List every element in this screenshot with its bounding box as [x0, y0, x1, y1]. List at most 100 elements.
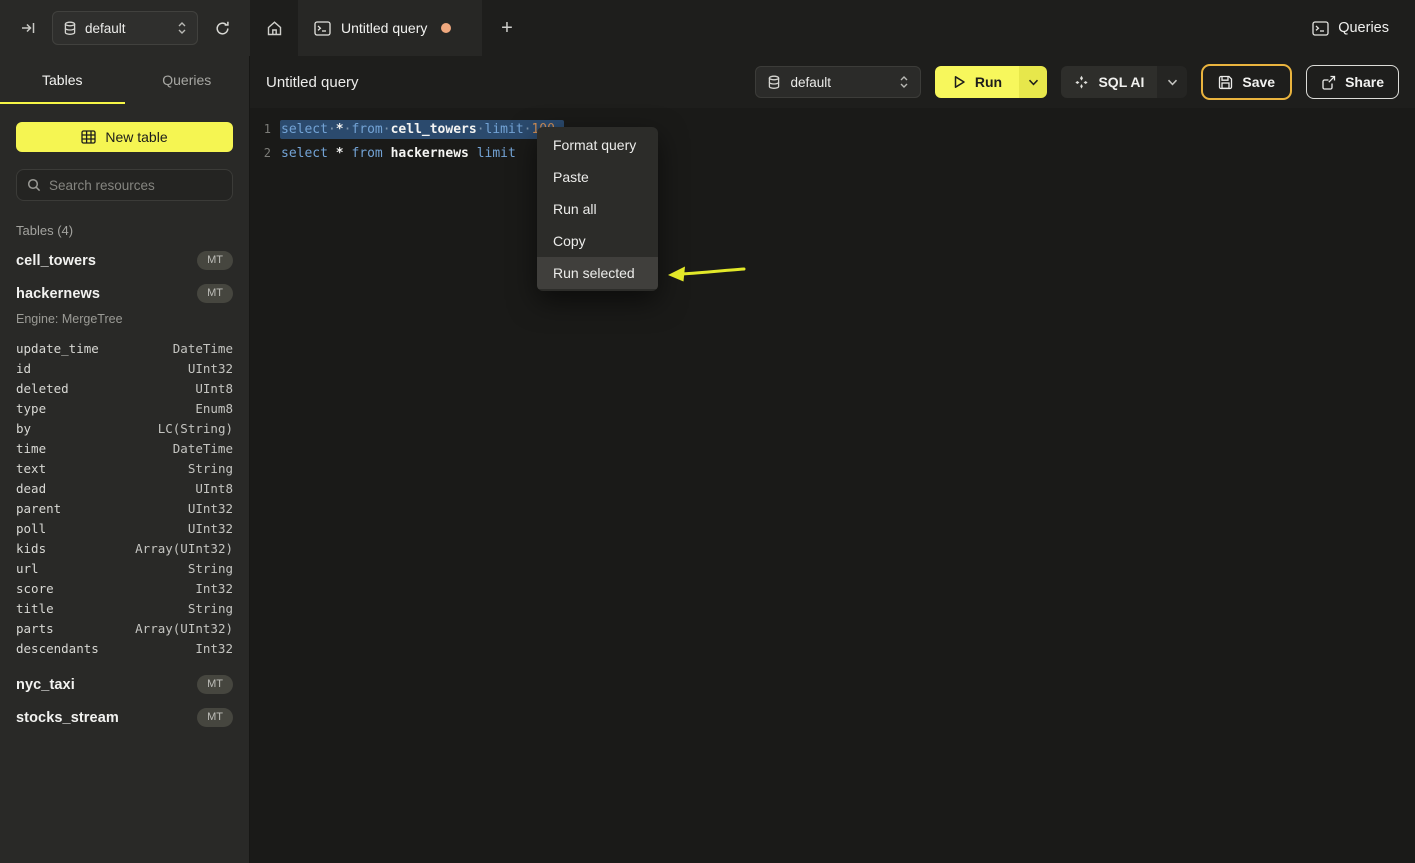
- column-name: deleted: [16, 381, 69, 396]
- engine-badge: MT: [197, 251, 233, 270]
- column-row-score: scoreInt32: [16, 578, 233, 598]
- collapse-sidebar-button[interactable]: [14, 14, 42, 42]
- database-icon: [63, 21, 77, 36]
- menu-item-format-query[interactable]: Format query: [537, 129, 658, 161]
- tables-section-label: Tables (4): [16, 223, 233, 238]
- column-row-kids: kids Array(UInt32): [16, 538, 233, 558]
- column-name: id: [16, 361, 31, 376]
- column-name: dead: [16, 481, 46, 496]
- save-icon: [1218, 75, 1233, 90]
- database-icon: [767, 75, 781, 90]
- engine-badge: MT: [197, 708, 233, 727]
- new-table-button[interactable]: New table: [16, 122, 233, 152]
- table-name: nyc_taxi: [16, 677, 75, 693]
- column-name: kids: [16, 541, 46, 556]
- code-content: select * from hackernews limit: [280, 144, 525, 163]
- code-line-2[interactable]: 2select * from hackernews limit: [250, 141, 1415, 165]
- new-tab-button[interactable]: +: [482, 0, 532, 56]
- table-row-hackernews[interactable]: hackernews MT: [0, 277, 249, 310]
- column-type: String: [188, 461, 233, 476]
- column-row-time: timeDateTime: [16, 438, 233, 458]
- sidebar-tab-queries[interactable]: Queries: [125, 56, 250, 104]
- column-type: UInt8: [195, 381, 233, 396]
- column-name: url: [16, 561, 39, 576]
- code-content: select·*·from·cell_towers·limit·100·: [280, 120, 564, 139]
- column-type: Enum8: [195, 401, 233, 416]
- line-number: 2: [250, 146, 280, 160]
- column-row-descendants: descendantsInt32: [16, 638, 233, 658]
- tab-strip: Untitled query +: [250, 0, 532, 56]
- top-bar: default: [0, 0, 1415, 56]
- column-name: parent: [16, 501, 61, 516]
- play-icon: [953, 75, 966, 89]
- query-toolbar: default Run: [755, 64, 1399, 100]
- share-button[interactable]: Share: [1306, 65, 1399, 99]
- column-name: title: [16, 601, 54, 616]
- run-options-caret[interactable]: [1019, 66, 1047, 98]
- home-tab[interactable]: [250, 0, 298, 56]
- database-select-value: default: [790, 75, 890, 90]
- column-type: Array(UInt32): [135, 621, 233, 636]
- menu-item-paste[interactable]: Paste: [537, 161, 658, 193]
- column-type: Array(UInt32): [135, 541, 233, 556]
- sidebar: Tables Queries New table Tables (4) cell…: [0, 56, 250, 863]
- column-row-parts: parts Array(UInt32): [16, 618, 233, 638]
- column-row-title: titleString: [16, 598, 233, 618]
- app-root: { "colors": { "accent_yellow": "#f5f552"…: [0, 0, 1415, 863]
- sql-editor[interactable]: 1select·*·from·cell_towers·limit·100·2se…: [250, 108, 1415, 863]
- queries-button[interactable]: Queries: [1312, 0, 1415, 56]
- table-row-nyc-taxi[interactable]: nyc_taxi MT: [0, 668, 249, 701]
- sql-ai-button[interactable]: SQL AI: [1061, 66, 1157, 98]
- menu-item-copy[interactable]: Copy: [537, 225, 658, 257]
- sidebar-tabs: Tables Queries: [0, 56, 249, 104]
- refresh-button[interactable]: [208, 14, 236, 42]
- home-icon: [266, 20, 283, 37]
- column-name: parts: [16, 621, 54, 636]
- column-name: type: [16, 401, 46, 416]
- collapse-sidebar-icon: [20, 20, 36, 36]
- sql-ai-caret[interactable]: [1157, 66, 1187, 98]
- sql-ai-button-label: SQL AI: [1098, 74, 1144, 90]
- save-button[interactable]: Save: [1201, 64, 1292, 100]
- sql-ai-split-button: SQL AI: [1061, 66, 1187, 98]
- columns-list: update_time DateTime id UInt32 deleted UInt8 t…: [0, 332, 249, 668]
- search-input[interactable]: [49, 178, 222, 193]
- terminal-icon: [1312, 21, 1329, 36]
- tab-label: Untitled query: [341, 20, 427, 36]
- sidebar-database-select[interactable]: default: [52, 11, 198, 45]
- column-row-update_time: update_time DateTime: [16, 338, 233, 358]
- column-type: UInt32: [188, 521, 233, 536]
- select-updown-icon: [899, 75, 909, 89]
- search-box: [16, 169, 233, 201]
- new-table-label: New table: [105, 129, 167, 145]
- column-type: DateTime: [173, 441, 233, 456]
- table-row-cell-towers[interactable]: cell_towers MT: [0, 244, 249, 277]
- column-type: UInt8: [195, 481, 233, 496]
- run-split-button: Run: [935, 66, 1047, 98]
- run-button[interactable]: Run: [935, 66, 1019, 98]
- column-name: text: [16, 461, 46, 476]
- column-type: DateTime: [173, 341, 233, 356]
- tab-untitled-query[interactable]: Untitled query: [298, 0, 482, 56]
- sidebar-database-select-value: default: [85, 21, 169, 36]
- engine-info: Engine: MergeTree: [0, 310, 249, 332]
- sidebar-tab-tables[interactable]: Tables: [0, 56, 125, 104]
- column-row-dead: dead UInt8: [16, 478, 233, 498]
- share-button-label: Share: [1345, 74, 1384, 90]
- code-line-1[interactable]: 1select·*·from·cell_towers·limit·100·: [250, 117, 1415, 141]
- terminal-icon: [314, 21, 331, 36]
- queries-button-label: Queries: [1338, 20, 1389, 36]
- table-row-stocks-stream[interactable]: stocks_stream MT: [0, 701, 249, 734]
- table-grid-icon: [81, 130, 96, 144]
- page-title: Untitled query: [266, 74, 359, 91]
- menu-item-run-selected[interactable]: Run selected: [537, 257, 658, 289]
- table-name: stocks_stream: [16, 710, 119, 726]
- column-name: update_time: [16, 341, 99, 356]
- top-bar-left: default: [0, 0, 250, 56]
- menu-item-run-all[interactable]: Run all: [537, 193, 658, 225]
- column-row-url: url String: [16, 558, 233, 578]
- database-select[interactable]: default: [755, 66, 921, 98]
- column-type: LC(String): [158, 421, 233, 436]
- column-type: String: [188, 561, 233, 576]
- context-menu: Format queryPasteRun allCopyRun selected: [537, 127, 658, 291]
